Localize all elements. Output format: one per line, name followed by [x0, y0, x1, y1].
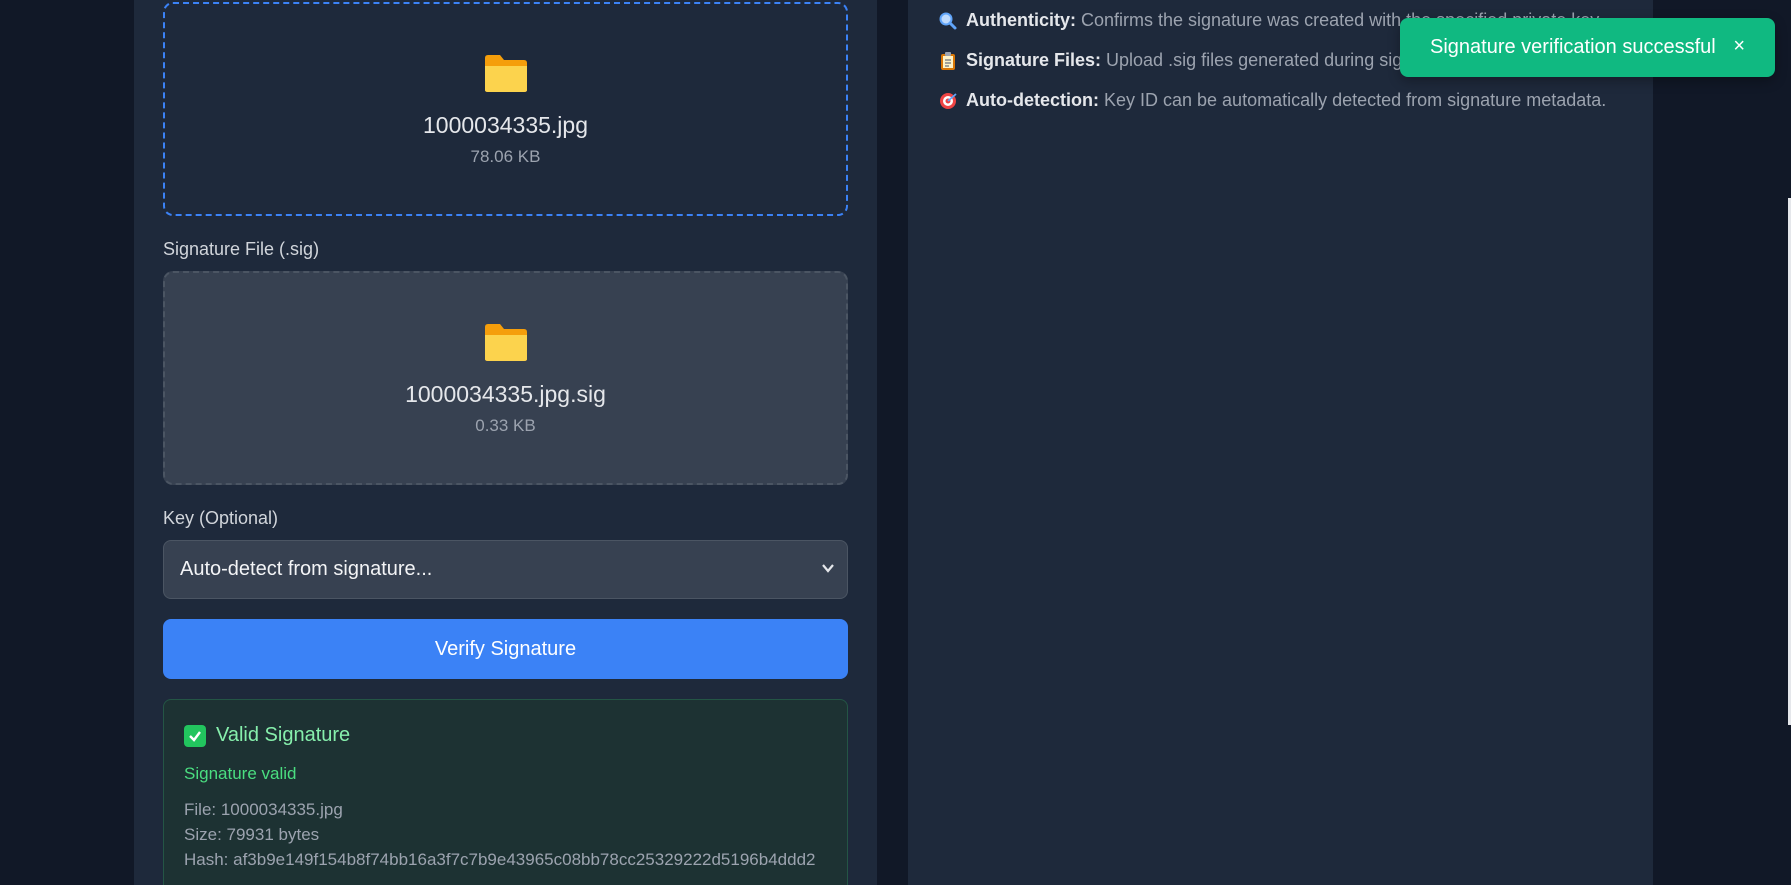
chevron-down-icon — [822, 564, 834, 573]
key-select-value: Auto-detect from signature... — [180, 558, 433, 580]
signature-file-size: 0.33 KB — [475, 415, 536, 435]
result-title: Valid Signature — [184, 724, 350, 747]
info-title: Auto-detection: — [966, 90, 1099, 110]
folder-icon — [484, 54, 527, 92]
signature-file-name: 1000034335.jpg.sig — [405, 380, 606, 407]
info-item-signature-files: Signature Files: Upload .sig files gener… — [938, 50, 1441, 71]
check-icon — [184, 724, 206, 747]
file-name: 1000034335.jpg — [423, 111, 588, 138]
verification-result: Valid Signature Signature valid File: 10… — [163, 699, 848, 885]
result-size: Size: 79931 bytes — [184, 825, 320, 844]
file-size: 78.06 KB — [470, 146, 541, 166]
info-item-auto-detection: Auto-detection: Key ID can be automatica… — [938, 90, 1606, 111]
info-title: Authenticity: — [966, 10, 1076, 30]
info-panel: Authenticity: Confirms the signature was… — [908, 0, 1653, 885]
folder-icon — [484, 323, 527, 361]
info-title: Signature Files: — [966, 50, 1102, 70]
verify-form-panel: 1000034335.jpg 78.06 KB Signature File (… — [134, 0, 877, 885]
target-icon — [940, 92, 957, 109]
file-dropzone[interactable]: 1000034335.jpg 78.06 KB — [163, 2, 848, 216]
result-hash: Hash: af3b9e149f154b8f74bb16a3f7c7b9e439… — [184, 850, 816, 869]
signature-dropzone[interactable]: 1000034335.jpg.sig 0.33 KB — [163, 271, 848, 485]
toast-close-button[interactable]: × — [1733, 35, 1745, 58]
key-select[interactable]: Auto-detect from signature... — [163, 540, 848, 599]
info-text: Key ID can be automatically detected fro… — [1103, 90, 1607, 110]
magnifier-icon — [939, 12, 957, 29]
key-label: Key (Optional) — [163, 508, 279, 528]
info-text: Upload .sig files generated during signi… — [1106, 50, 1442, 70]
verify-signature-button[interactable]: Verify Signature — [163, 619, 848, 679]
toast-message: Signature verification successful — [1430, 36, 1716, 58]
signature-file-label: Signature File (.sig) — [163, 239, 320, 259]
success-toast: Signature verification successful × — [1400, 18, 1775, 77]
result-title-text: Valid Signature — [216, 724, 351, 746]
clipboard-icon — [941, 51, 955, 70]
result-file: File: 1000034335.jpg — [184, 800, 343, 819]
result-status: Signature valid — [184, 764, 297, 783]
